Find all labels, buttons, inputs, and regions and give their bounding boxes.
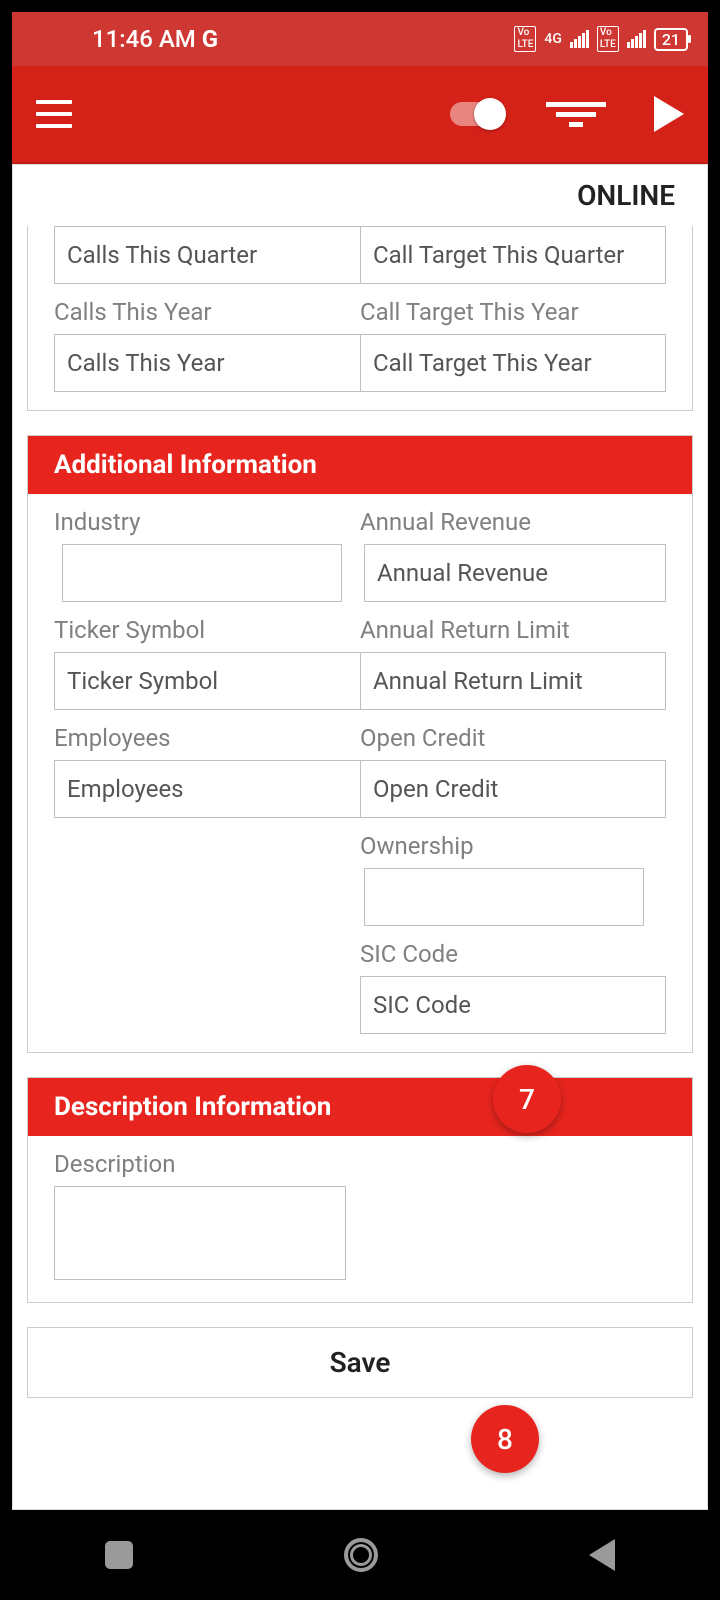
menu-icon[interactable] — [36, 100, 72, 128]
connection-status: ONLINE — [13, 165, 707, 230]
content-area: ONLINE Calls This Year Call Target This … — [12, 164, 708, 1510]
fab-8[interactable]: 8 — [471, 1405, 539, 1473]
returnlimit-input[interactable] — [360, 652, 666, 710]
status-bar: 11:46 AM G VoLTE 4G VoLTE 21 — [12, 12, 708, 66]
volte-icon-2: VoLTE — [597, 26, 619, 52]
nav-home-icon[interactable] — [344, 1538, 378, 1572]
sic-input[interactable] — [360, 976, 666, 1034]
description-info-header: Description Information — [28, 1078, 692, 1136]
battery-icon: 21 — [654, 28, 688, 51]
ticker-label: Ticker Symbol — [54, 602, 360, 652]
call-target-quarter-input[interactable] — [360, 226, 666, 284]
signal-icon — [570, 30, 589, 48]
ticker-input[interactable] — [54, 652, 360, 710]
google-icon: G — [202, 25, 218, 53]
network-type: 4G — [544, 31, 562, 47]
calls-year-label: Calls This Year — [54, 284, 360, 334]
nav-back-icon[interactable] — [589, 1539, 615, 1571]
returnlimit-label: Annual Return Limit — [360, 602, 666, 652]
opencredit-input[interactable] — [360, 760, 666, 818]
sic-label: SIC Code — [360, 926, 666, 976]
fab-7[interactable]: 7 — [493, 1065, 561, 1133]
opencredit-label: Open Credit — [360, 710, 666, 760]
description-label: Description — [54, 1136, 666, 1186]
additional-info-header: Additional Information — [28, 436, 692, 494]
ownership-input[interactable] — [364, 868, 644, 926]
play-icon[interactable] — [654, 96, 684, 132]
nav-recent-icon[interactable] — [105, 1541, 133, 1569]
employees-input[interactable] — [54, 760, 360, 818]
industry-label: Industry — [54, 494, 360, 544]
system-nav-bar — [0, 1510, 720, 1600]
calls-year-input[interactable] — [54, 334, 360, 392]
call-target-year-label: Call Target This Year — [360, 284, 666, 334]
volte-icon: VoLTE — [514, 26, 536, 52]
calls-quarter-input[interactable] — [54, 226, 360, 284]
save-button[interactable]: Save — [27, 1327, 693, 1398]
industry-input[interactable] — [62, 544, 342, 602]
call-target-year-input[interactable] — [360, 334, 666, 392]
revenue-label: Annual Revenue — [360, 494, 666, 544]
revenue-input[interactable] — [364, 544, 666, 602]
online-toggle[interactable] — [450, 102, 502, 126]
status-time: 11:46 AM — [92, 25, 196, 53]
ownership-label: Ownership — [360, 818, 666, 868]
description-textarea[interactable] — [54, 1186, 346, 1280]
employees-label: Employees — [54, 710, 360, 760]
app-bar — [12, 66, 708, 164]
signal-icon-2 — [627, 30, 646, 48]
filter-icon[interactable] — [546, 102, 606, 127]
